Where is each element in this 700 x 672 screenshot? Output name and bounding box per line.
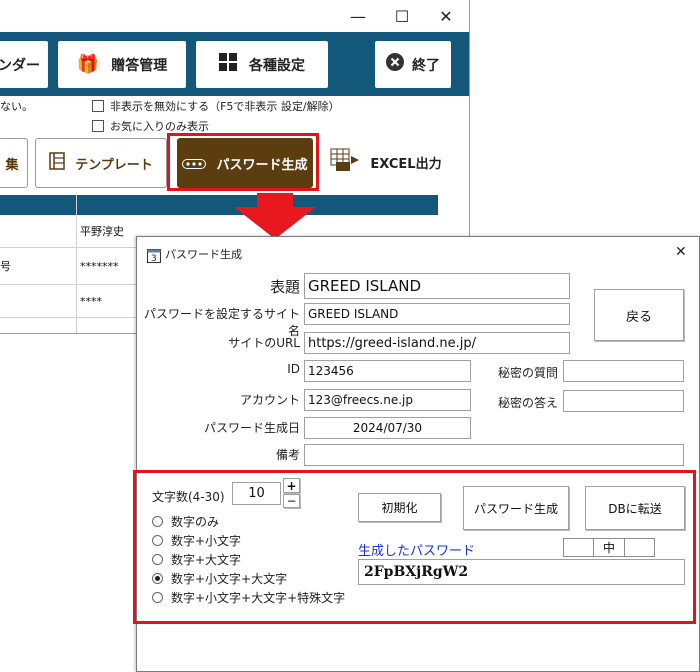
maximize-icon[interactable]: ☐ (380, 0, 424, 32)
excel-icon (330, 148, 360, 176)
radio-digits-upper[interactable]: 数字+大文字 (152, 551, 241, 568)
radio-label: 数字+大文字 (171, 553, 242, 567)
radio-button[interactable] (152, 516, 163, 527)
cell (0, 285, 77, 317)
secret-question-field[interactable] (563, 360, 684, 382)
reset-button[interactable]: 初期化 (358, 493, 441, 522)
radio-label: 数字のみ (171, 515, 220, 529)
main-toolbar: ンダー 🎁 贈答管理 各種設定 終了 (0, 32, 469, 96)
template-icon (49, 152, 65, 174)
generated-password-field[interactable]: 2FpBXjRgW2 (358, 559, 685, 585)
secret-answer-label: 秘密の答え (497, 396, 558, 410)
svg-text:3: 3 (151, 254, 157, 263)
radio-button-selected[interactable] (152, 573, 163, 584)
strength-meter: 中 (563, 538, 655, 557)
edit-label: 集 (5, 157, 19, 173)
radio-button[interactable] (152, 592, 163, 603)
info-text: ない。 (0, 100, 33, 113)
strength-value: 中 (602, 541, 615, 555)
gift-label: 贈答管理 (111, 57, 168, 74)
created-date-field[interactable]: 2024/07/30 (304, 417, 471, 439)
grid-header (0, 195, 438, 215)
radio-label: 数字+小文字 (171, 534, 242, 548)
radio-label: 数字+小文字+大文字+特殊文字 (171, 591, 346, 605)
id-label: ID (287, 362, 300, 376)
subject-label: 表題 (269, 278, 300, 296)
exit-label: 終了 (412, 57, 440, 74)
radio-digits-lower[interactable]: 数字+小文字 (152, 532, 241, 549)
down-arrow-icon (234, 193, 316, 239)
gift-icon: 🎁 (76, 54, 100, 75)
account-label: アカウント (239, 393, 300, 407)
radio-button[interactable] (152, 554, 163, 565)
url-field[interactable]: https://greed-island.ne.jp/ (304, 332, 570, 354)
generated-password-label: 生成したパスワード (358, 544, 476, 559)
generate-password-button[interactable]: パスワード生成 (463, 486, 569, 530)
cell: 号 (0, 248, 77, 284)
created-date-label: パスワード生成日 (203, 421, 300, 435)
template-button[interactable]: テンプレート (35, 138, 167, 188)
radio-digits-lower-upper[interactable]: 数字+小文字+大文字 (152, 570, 287, 587)
calendar-label: ンダー (0, 57, 40, 74)
site-name-field[interactable]: GREED ISLAND (304, 303, 570, 325)
password-button-highlight (167, 133, 319, 191)
template-label: テンプレート (75, 157, 153, 173)
secret-question-label: 秘密の質問 (497, 366, 558, 380)
grid-icon (219, 53, 237, 76)
notes-label: 備考 (275, 448, 300, 462)
back-button[interactable]: 戻る (594, 289, 684, 341)
length-increment-button[interactable]: + (283, 478, 300, 493)
length-label: 文字数(4-30) (152, 490, 225, 504)
radio-label: 数字+小文字+大文字 (171, 572, 288, 586)
minimize-icon[interactable]: — (336, 0, 380, 32)
url-label: サイトのURL (228, 336, 300, 350)
disable-hide-label: 非表示を無効にする（F5で非表示 設定/解除） (110, 100, 340, 113)
subject-field[interactable]: GREED ISLAND (304, 273, 570, 299)
gift-management-button[interactable]: 🎁 贈答管理 (58, 41, 186, 88)
close-icon[interactable]: ✕ (424, 0, 468, 32)
secret-answer-field[interactable] (563, 390, 684, 412)
exit-button[interactable]: 終了 (375, 41, 451, 88)
cell (0, 215, 77, 247)
radio-button[interactable] (152, 535, 163, 546)
excel-label: EXCEL出力 (370, 156, 442, 172)
notes-field[interactable] (304, 444, 684, 466)
account-field[interactable]: 123@freecs.ne.jp (304, 389, 471, 411)
excel-export-button[interactable]: EXCEL出力 (324, 138, 448, 186)
favorites-only-checkbox[interactable]: お気に入りのみ表示 (92, 118, 209, 134)
dialog-title: パスワード生成 (165, 248, 242, 261)
edit-button[interactable]: 集 (0, 138, 28, 188)
favorites-only-label: お気に入りのみ表示 (110, 120, 209, 133)
settings-label: 各種設定 (249, 57, 305, 74)
radio-digits-only[interactable]: 数字のみ (152, 513, 219, 530)
radio-all-with-special[interactable]: 数字+小文字+大文字+特殊文字 (152, 589, 345, 606)
disable-hide-checkbox[interactable]: 非表示を無効にする（F5で非表示 設定/解除） (92, 98, 340, 114)
calendar-button[interactable]: ンダー (0, 41, 48, 88)
length-decrement-button[interactable]: − (283, 494, 300, 508)
close-icon[interactable]: ✕ (675, 244, 687, 260)
app-icon: 3 (147, 247, 161, 267)
exit-icon (386, 53, 404, 76)
checkbox-box[interactable] (92, 120, 104, 132)
dialog-titlebar: 3 パスワード生成 ✕ (137, 237, 699, 271)
checkbox-box[interactable] (92, 100, 104, 112)
settings-button[interactable]: 各種設定 (196, 41, 328, 88)
id-field[interactable]: 123456 (304, 360, 471, 382)
length-field[interactable]: 10 (232, 482, 281, 505)
transfer-to-db-button[interactable]: DBに転送 (585, 486, 685, 530)
